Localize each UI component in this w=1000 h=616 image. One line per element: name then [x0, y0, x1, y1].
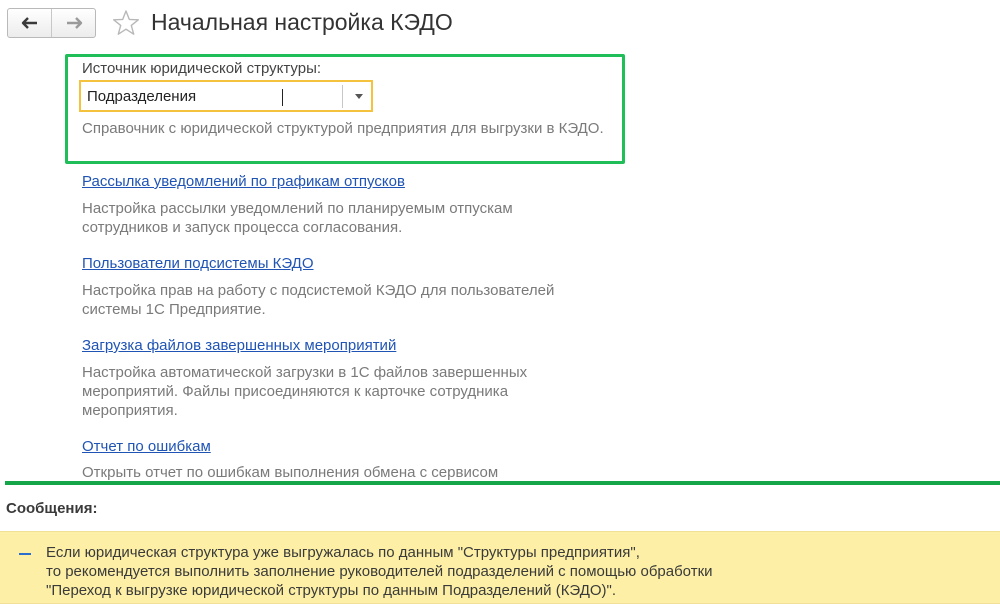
arrow-left-icon	[21, 17, 37, 29]
kedo-users-link[interactable]: Пользователи подсистемы КЭДО	[82, 255, 314, 272]
arrow-right-icon	[66, 17, 82, 29]
error-report-help: Открыть отчет по ошибкам выполнения обме…	[82, 464, 499, 481]
kedo-users-help: Настройка прав на работу с подсистемой К…	[82, 282, 555, 318]
messages-title: Сообщения:	[6, 500, 98, 517]
forward-button[interactable]	[51, 9, 95, 37]
page-title: Начальная настройка КЭДО	[151, 9, 453, 35]
legal-structure-label: Источник юридической структуры:	[82, 60, 322, 77]
messages-separator	[5, 481, 1000, 485]
legal-structure-select[interactable]: Подразделения	[79, 80, 373, 112]
back-button[interactable]	[8, 9, 51, 37]
vacation-notifications-help: Настройка рассылки уведомлений по планир…	[82, 200, 513, 236]
error-report-link[interactable]: Отчет по ошибкам	[82, 440, 211, 455]
select-divider	[342, 85, 343, 108]
legal-structure-value: Подразделения	[87, 88, 197, 105]
completed-events-files-help: Настройка автоматической загрузки в 1С ф…	[82, 364, 528, 419]
vacation-notifications-link[interactable]: Рассылка уведомлений по графикам отпуско…	[82, 173, 405, 190]
chevron-down-icon[interactable]	[355, 94, 363, 99]
navigation-buttons	[7, 8, 96, 38]
message-marker-icon[interactable]	[19, 553, 31, 555]
message-text: Если юридическая структура уже выгружала…	[46, 544, 713, 599]
completed-events-files-link[interactable]: Загрузка файлов завершенных мероприятий	[82, 337, 396, 354]
text-cursor	[282, 89, 283, 106]
scroll-area-bottom: Отчет по ошибкам Открыть отчет по ошибка…	[0, 440, 1000, 481]
star-icon[interactable]	[112, 9, 140, 37]
legal-structure-help: Справочник с юридической структурой пред…	[82, 120, 604, 137]
message-panel: Если юридическая структура уже выгружала…	[0, 531, 1000, 604]
